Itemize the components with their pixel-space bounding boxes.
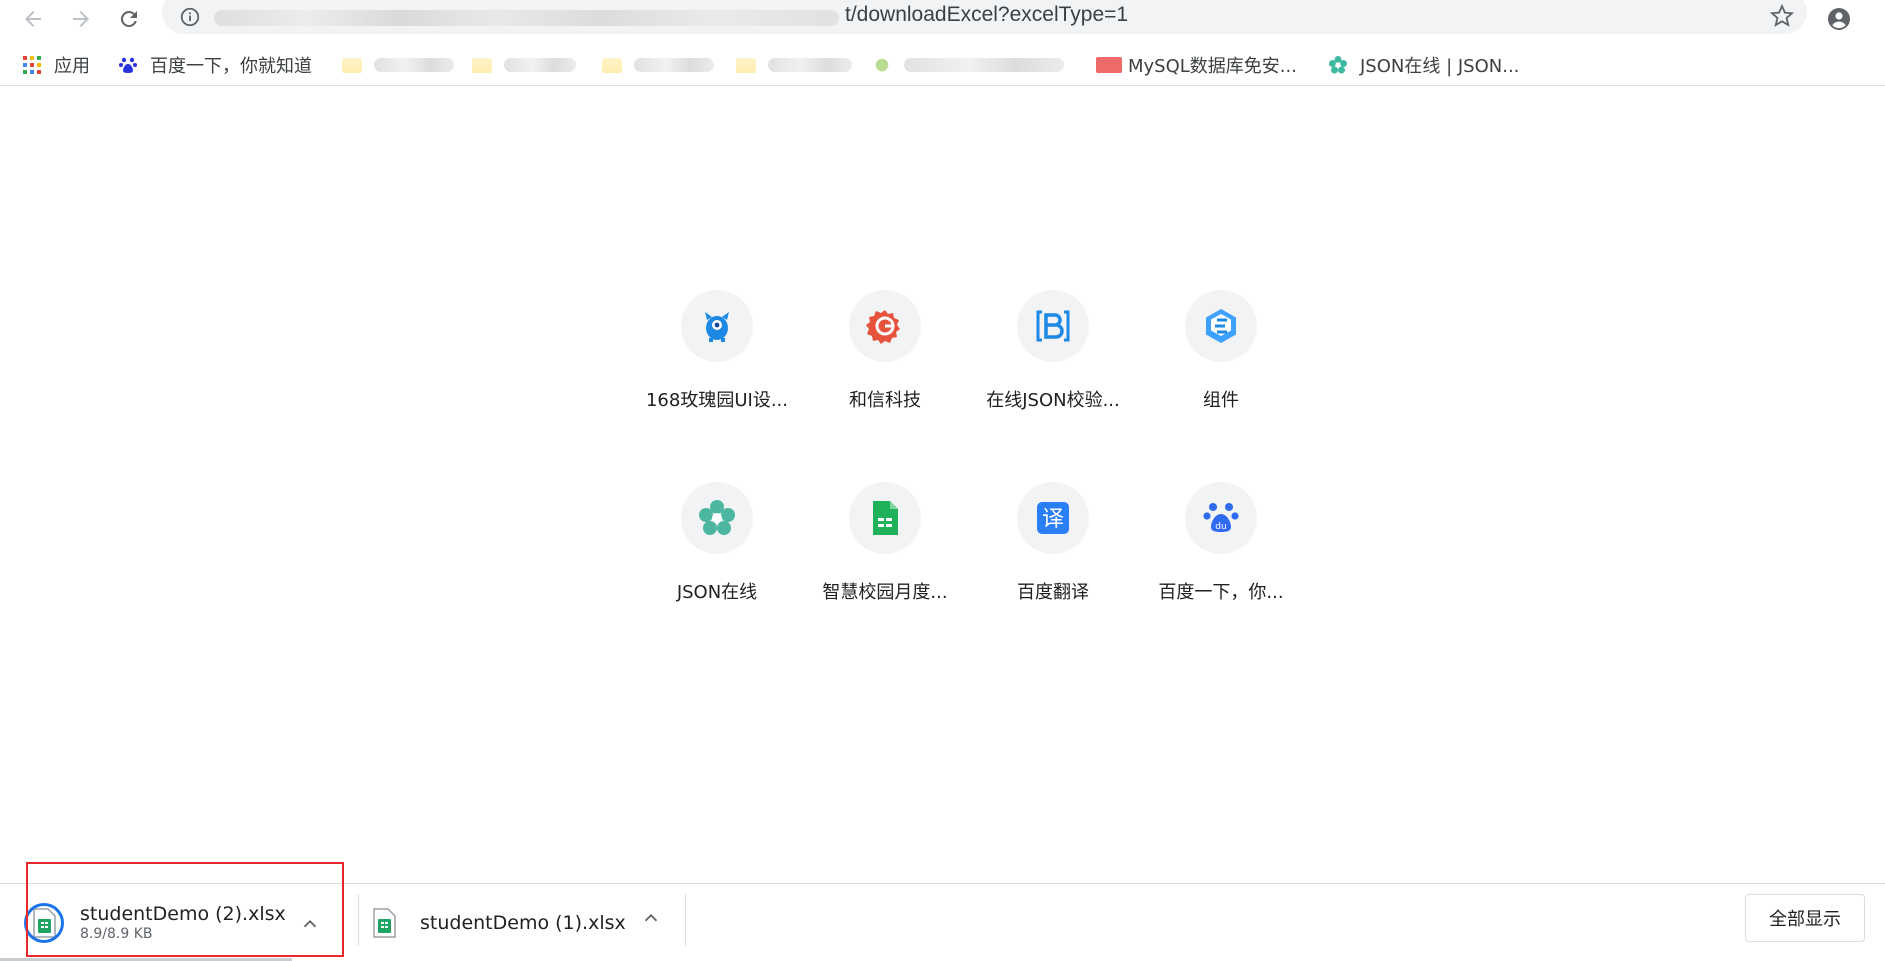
blue-hexagon-icon <box>1206 309 1236 343</box>
bookmark-redacted[interactable] <box>472 50 576 80</box>
bookmark-redacted[interactable] <box>872 50 1064 80</box>
tile-label: 和信科技 <box>849 390 921 411</box>
shortcut-tile[interactable]: 智慧校园月度... <box>801 482 969 652</box>
download-item-2[interactable]: studentDemo (1).xlsx <box>370 894 626 952</box>
folder-icon <box>342 55 362 75</box>
account-circle-icon <box>1828 8 1850 30</box>
download-filename: studentDemo (2).xlsx <box>80 903 286 925</box>
download-menu-button[interactable] <box>296 910 324 938</box>
tile-label: 168玫瑰园UI设... <box>645 390 788 411</box>
download-filename: studentDemo (1).xlsx <box>420 912 626 934</box>
json-flower-icon <box>699 500 735 535</box>
bookmark-redacted[interactable] <box>342 50 454 80</box>
shortcut-tile[interactable]: du 百度一下，你... <box>1137 482 1305 652</box>
chevron-up-icon <box>644 913 658 922</box>
url-redacted <box>214 10 839 26</box>
download-separator <box>685 894 686 946</box>
blue-monster-icon <box>705 312 729 342</box>
tile-label: 百度翻译 <box>1017 582 1089 603</box>
bookmark-apps[interactable]: 应用 <box>22 50 90 80</box>
bookmark-redacted[interactable] <box>602 50 714 80</box>
tile-label: 智慧校园月度... <box>822 582 948 603</box>
download-separator <box>358 894 359 946</box>
bookmark-mysql[interactable]: MySQL数据库免安... <box>1096 50 1297 80</box>
xlsx-file-icon <box>24 903 64 943</box>
bookmark-label: JSON在线 | JSON... <box>1360 56 1520 77</box>
profile-button[interactable] <box>1822 2 1856 36</box>
svg-text:译: 译 <box>1042 507 1064 532</box>
download-size: 8.9/8.9 KB <box>80 926 153 942</box>
download-text: studentDemo (2).xlsx 8.9/8.9 KB <box>80 903 286 943</box>
tile-label: 百度一下，你... <box>1158 582 1284 603</box>
shortcut-tile[interactable]: 和信科技 <box>801 290 969 460</box>
tile-label: 组件 <box>1203 390 1239 411</box>
arrow-right-icon <box>73 11 89 27</box>
bookmark-baidu[interactable]: 百度一下，你就知道 <box>118 50 312 80</box>
shortcut-tile[interactable]: 组件 <box>1137 290 1305 460</box>
url-text: t/downloadExcel?excelType=1 <box>845 3 1129 26</box>
tile-icon-bg <box>681 482 753 554</box>
tile-icon-bg <box>849 482 921 554</box>
svg-text:du: du <box>1215 522 1226 532</box>
download-text: studentDemo (1).xlsx <box>420 912 626 934</box>
baidu-paw-icon <box>118 55 138 75</box>
json-flower-icon <box>1328 55 1348 75</box>
bookmark-redacted[interactable] <box>736 50 852 80</box>
xlsx-file-icon <box>370 907 398 939</box>
redacted-label <box>768 58 852 72</box>
folder-icon <box>602 55 622 75</box>
red-gear-icon <box>866 310 900 344</box>
redacted-label <box>634 58 714 72</box>
redacted-label <box>374 58 454 72</box>
tile-label: JSON在线 <box>676 582 758 603</box>
redacted-label <box>504 58 576 72</box>
leaf-icon <box>872 55 892 75</box>
bookmark-label: 应用 <box>54 56 90 77</box>
download-shelf: studentDemo (2).xlsx 8.9/8.9 KB studentD <box>0 883 1885 961</box>
bookmark-json[interactable]: JSON在线 | JSON... <box>1328 50 1519 80</box>
green-sheet-icon <box>873 501 898 535</box>
show-all-downloads-button[interactable]: 全部显示 <box>1745 894 1865 942</box>
baidu-paw-icon: du <box>1203 503 1239 532</box>
reload-button[interactable] <box>112 2 146 36</box>
translate-icon: 译 <box>1037 502 1069 534</box>
back-button[interactable] <box>16 2 50 36</box>
tile-icon-bg: du <box>1185 482 1257 554</box>
bracket-b-icon <box>1036 310 1070 342</box>
folder-icon <box>472 55 492 75</box>
shortcut-tile[interactable]: 168玫瑰园UI设... <box>633 290 801 460</box>
bookmarks-bar: 应用 百度一下，你就知道 MySQL数据库免安... JSON在线 | JSON… <box>0 46 1885 86</box>
download-item-1[interactable]: studentDemo (2).xlsx 8.9/8.9 KB <box>24 894 286 952</box>
download-menu-button[interactable] <box>637 904 665 932</box>
arrow-left-icon <box>25 11 41 27</box>
tile-icon-bg <box>1185 290 1257 362</box>
browser-toolbar: t/downloadExcel?excelType=1 <box>0 0 1885 40</box>
reload-icon <box>120 10 137 27</box>
redacted-label <box>904 58 1064 72</box>
bookmark-label: MySQL数据库免安... <box>1128 56 1297 77</box>
address-bar[interactable]: t/downloadExcel?excelType=1 <box>162 0 1807 34</box>
tile-icon-bg: 译 <box>1017 482 1089 554</box>
bookmark-star-button[interactable] <box>1769 3 1795 29</box>
tile-icon-bg <box>1017 290 1089 362</box>
forward-button[interactable] <box>64 2 98 36</box>
browser-window: t/downloadExcel?excelType=1 应用 百度一下，你就知道… <box>0 0 1885 961</box>
tile-label: 在线JSON校验... <box>986 390 1120 411</box>
shortcut-tile[interactable]: 在线JSON校验... <box>969 290 1137 460</box>
bookmark-label: 百度一下，你就知道 <box>150 56 312 77</box>
folder-icon <box>736 55 756 75</box>
shortcut-tile[interactable]: JSON在线 <box>633 482 801 652</box>
site-info-icon[interactable] <box>178 5 202 29</box>
tile-icon-bg <box>681 290 753 362</box>
tile-icon-bg <box>849 290 921 362</box>
download-complete-ring <box>24 903 64 943</box>
mysql-icon <box>1096 55 1122 75</box>
shortcut-tile[interactable]: 译 百度翻译 <box>969 482 1137 652</box>
chevron-up-icon <box>303 919 317 928</box>
apps-grid-icon <box>22 55 42 75</box>
star-icon <box>1770 4 1794 27</box>
